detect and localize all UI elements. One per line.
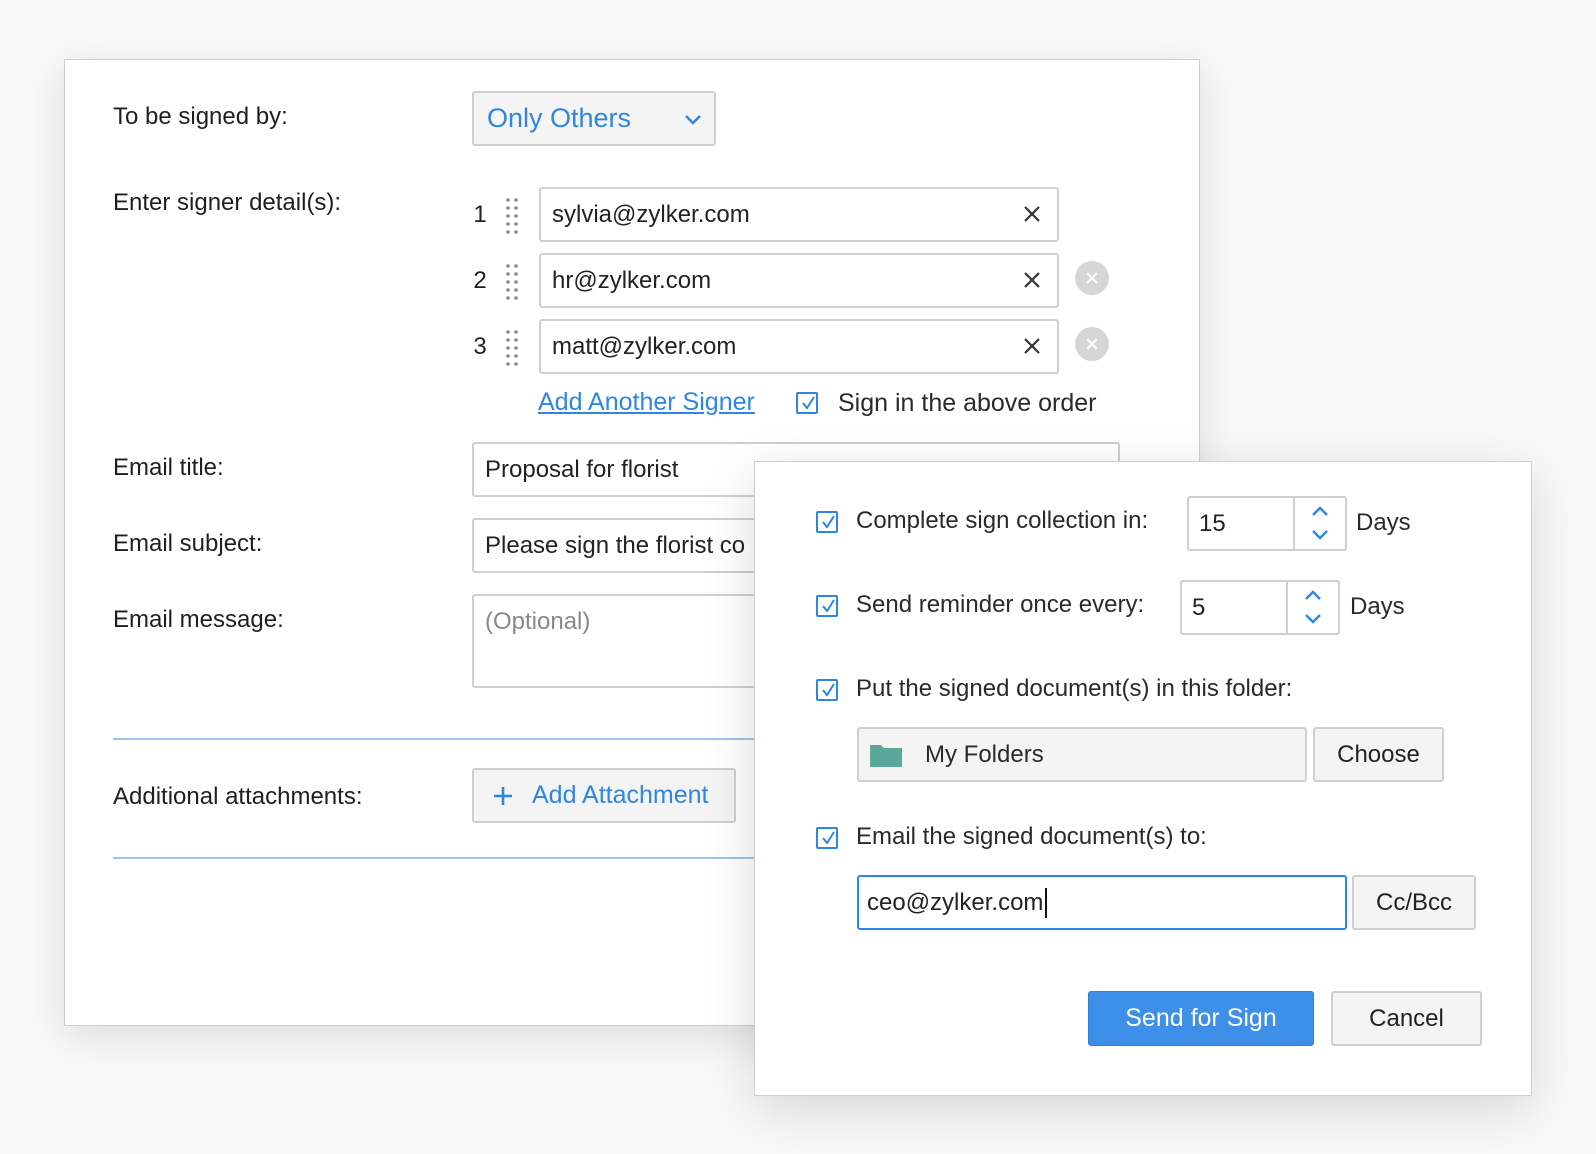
signer-number: 1: [473, 201, 487, 228]
checkmark-icon: [822, 515, 835, 529]
folder-checkbox[interactable]: [816, 679, 838, 701]
signed-by-value: Only Others: [487, 103, 632, 133]
send-for-sign-button[interactable]: Send for Sign: [1088, 991, 1314, 1046]
email-message-textarea[interactable]: (Optional): [472, 594, 762, 688]
remove-circle-icon: [1086, 338, 1098, 350]
sign-order-checkbox[interactable]: [796, 392, 818, 414]
email-to-checkbox[interactable]: [816, 827, 838, 849]
drag-handle-icon[interactable]: [505, 196, 519, 236]
signer-email-input[interactable]: matt@zylker.com: [539, 319, 1059, 374]
email-to-label: Email the signed document(s) to:: [856, 823, 1207, 850]
signer-email-value: sylvia@zylker.com: [552, 200, 750, 228]
email-title-value: Proposal for florist: [485, 455, 679, 483]
add-attachment-button[interactable]: Add Attachment: [472, 768, 736, 823]
drag-handle-icon[interactable]: [505, 328, 519, 368]
signer-number: 2: [473, 267, 487, 294]
stepper-arrows: [1286, 582, 1338, 633]
text-caret: [1045, 887, 1048, 918]
close-icon[interactable]: [1021, 203, 1043, 225]
reminder-checkbox[interactable]: [816, 595, 838, 617]
chevron-down-icon: [685, 115, 701, 125]
email-title-label: Email title:: [113, 454, 224, 481]
section-divider: [113, 738, 763, 740]
cancel-button[interactable]: Cancel: [1331, 991, 1482, 1046]
close-icon[interactable]: [1021, 335, 1043, 357]
sign-order-label: Sign in the above order: [838, 389, 1097, 417]
choose-folder-button[interactable]: Choose: [1313, 727, 1444, 782]
signed-by-label: To be signed by:: [113, 103, 288, 130]
checkmark-icon: [822, 831, 835, 845]
signer-email-input[interactable]: sylvia@zylker.com: [539, 187, 1059, 242]
plus-icon: [494, 786, 512, 805]
section-divider: [113, 857, 763, 859]
signer-email-value: matt@zylker.com: [552, 332, 737, 360]
drag-handle-icon[interactable]: [505, 262, 519, 302]
email-message-placeholder: (Optional): [485, 608, 591, 635]
signed-by-select[interactable]: Only Others: [472, 91, 716, 146]
checkmark-icon: [822, 683, 835, 697]
complete-collection-label: Complete sign collection in:: [856, 507, 1149, 534]
email-to-value: ceo@zylker.com: [867, 888, 1044, 916]
chevron-down-icon[interactable]: [1303, 612, 1323, 626]
email-subject-label: Email subject:: [113, 530, 263, 557]
chevron-up-icon[interactable]: [1303, 588, 1323, 602]
remove-signer-button[interactable]: [1075, 327, 1109, 361]
chevron-down-icon[interactable]: [1310, 528, 1330, 542]
signer-details-label: Enter signer detail(s):: [113, 189, 342, 216]
stepper-arrows: [1293, 498, 1345, 549]
signer-email-value: hr@zylker.com: [552, 266, 712, 294]
folder-field: My Folders: [857, 727, 1307, 782]
reminder-days-stepper[interactable]: 5: [1180, 580, 1340, 635]
attachments-label: Additional attachments:: [113, 783, 363, 810]
reminder-days-unit: Days: [1350, 593, 1405, 620]
reminder-days-value: 5: [1192, 593, 1206, 621]
add-signer-link[interactable]: Add Another Signer: [538, 388, 755, 417]
complete-days-unit: Days: [1356, 509, 1411, 536]
complete-collection-checkbox[interactable]: [816, 511, 838, 533]
email-subject-value: Please sign the florist co: [485, 531, 746, 559]
cc-bcc-button[interactable]: Cc/Bcc: [1352, 875, 1476, 930]
email-message-label: Email message:: [113, 606, 284, 633]
chevron-up-icon[interactable]: [1310, 504, 1330, 518]
complete-days-stepper[interactable]: 15: [1187, 496, 1347, 551]
folder-icon: [870, 744, 902, 767]
complete-days-value: 15: [1199, 509, 1226, 537]
remove-circle-icon: [1086, 272, 1098, 284]
checkmark-icon: [822, 599, 835, 613]
email-subject-input[interactable]: Please sign the florist co: [472, 518, 762, 573]
add-attachment-label: Add Attachment: [532, 781, 709, 809]
folder-label: Put the signed document(s) in this folde…: [856, 675, 1293, 702]
signer-number: 3: [473, 333, 487, 360]
email-to-input[interactable]: ceo@zylker.com: [857, 875, 1347, 930]
folder-value: My Folders: [925, 740, 1044, 768]
checkmark-icon: [802, 396, 815, 410]
signer-email-input[interactable]: hr@zylker.com: [539, 253, 1059, 308]
close-icon[interactable]: [1021, 269, 1043, 291]
remove-signer-button[interactable]: [1075, 261, 1109, 295]
reminder-label: Send reminder once every:: [856, 591, 1145, 618]
